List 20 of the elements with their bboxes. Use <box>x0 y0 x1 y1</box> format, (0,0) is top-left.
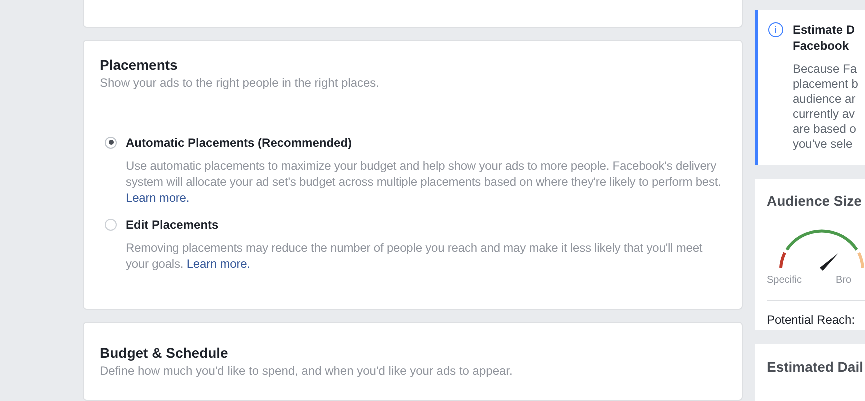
option-description: Use automatic placements to maximize your budget and help show your ads to more people. Facebook's delivery system will allocate your ad set's budget across multiple placements based on where they're likely to perform best. Learn more. <box>126 158 722 206</box>
radio-button[interactable] <box>105 136 117 149</box>
card-title: Audience Size <box>767 193 863 210</box>
section-subtitle: Show your ads to the right people in the right places. <box>100 76 381 90</box>
section-title: Placements <box>100 56 179 73</box>
potential-reach: Potential Reach: <box>767 300 865 328</box>
option-label[interactable]: Edit Placements <box>126 218 219 232</box>
option-description: Removing placements may reduce the number of people you reach and may make it less likely that you'll meet your goals. Learn more. <box>126 240 704 272</box>
option-label[interactable]: Automatic Placements (Recommended) <box>126 136 352 150</box>
gauge-label: Bro <box>836 275 852 286</box>
learn-more-link[interactable]: Learn more. <box>186 256 250 271</box>
section-title: Budget & Schedule <box>100 345 230 361</box>
info-icon <box>768 22 784 38</box>
gauge-label: Specific <box>767 275 802 286</box>
info-text: Because Fa placement b audience ar currently av are based o you've sele <box>793 62 858 152</box>
learn-more-link[interactable]: Learn more. <box>126 190 190 205</box>
radio-button[interactable] <box>105 218 117 231</box>
card-title: Estimated Dail <box>767 359 864 376</box>
section-subtitle: Define how much you'd like to spend, and when you'd like your ads to appear. <box>100 364 514 378</box>
info-title: Estimate D Facebook <box>793 22 856 54</box>
